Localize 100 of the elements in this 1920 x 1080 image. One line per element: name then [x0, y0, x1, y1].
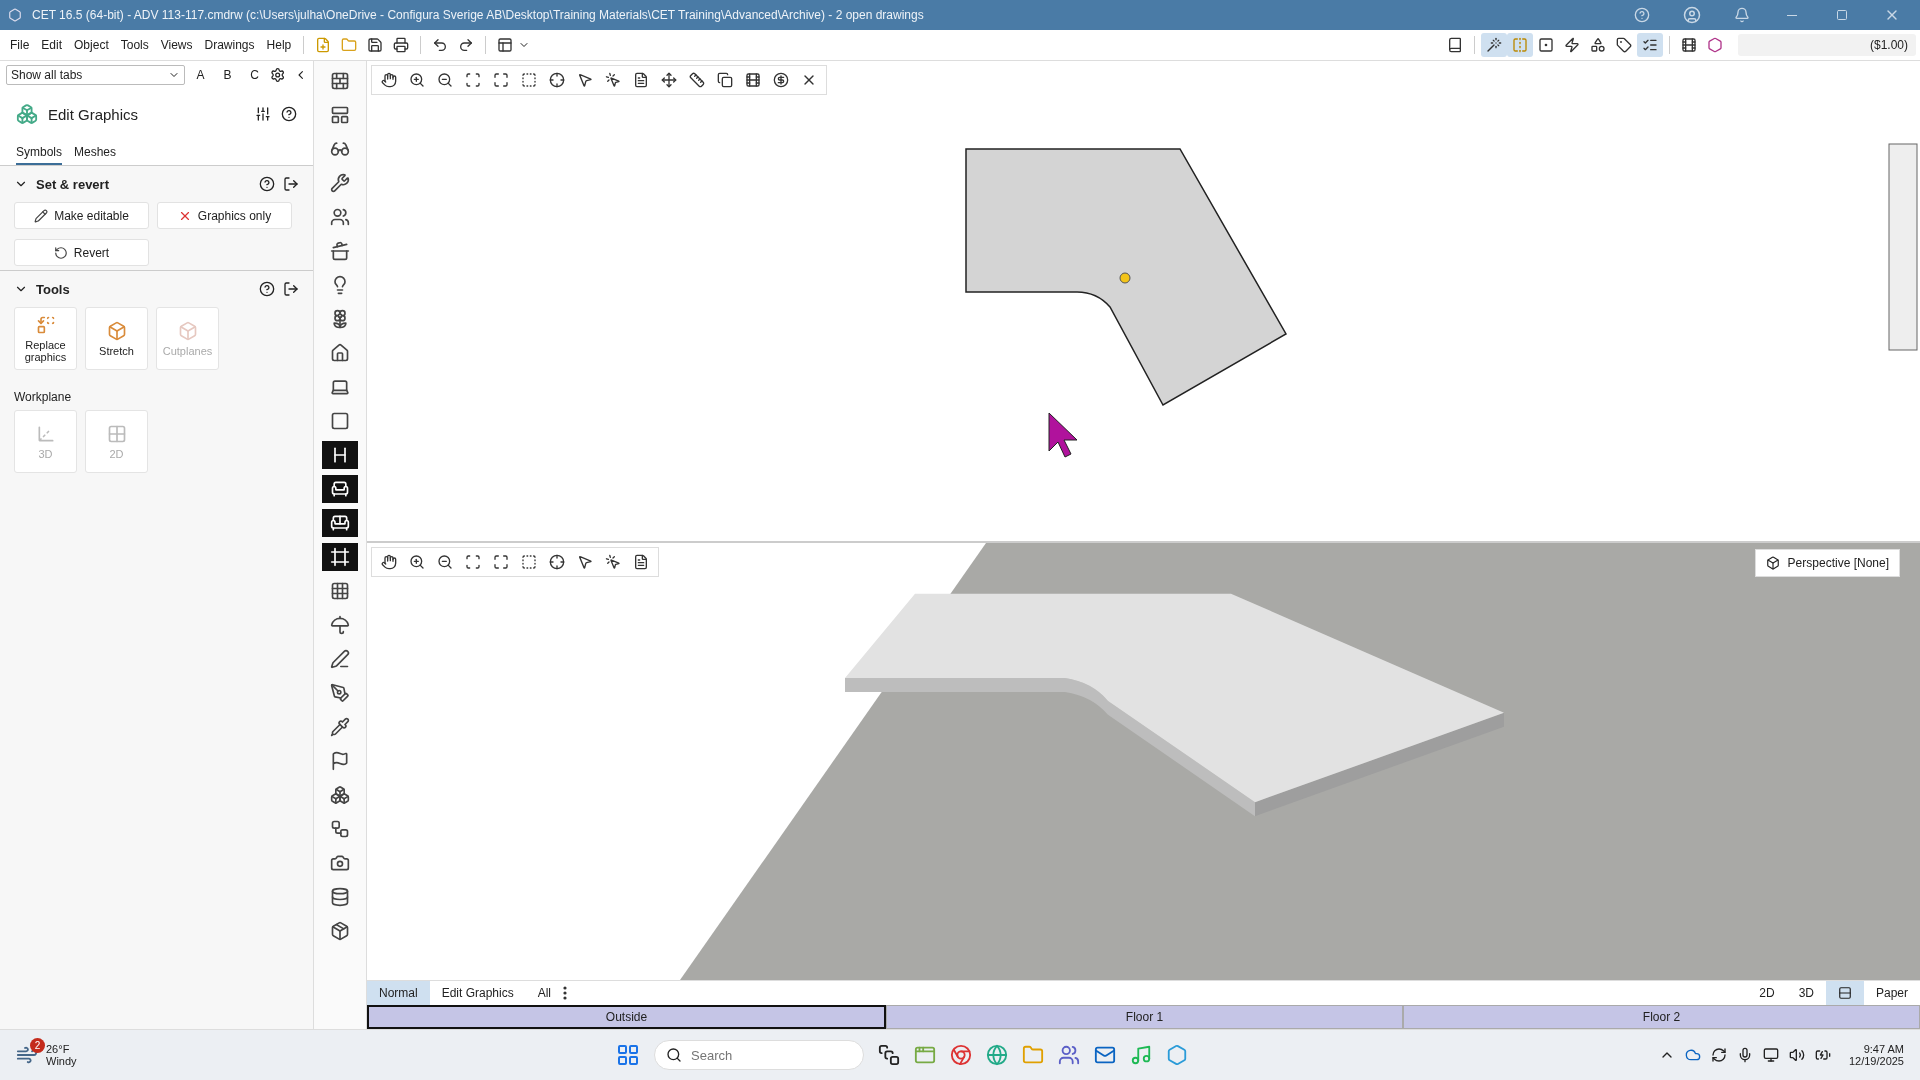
view-mode-tab[interactable]: 2D [1747, 981, 1787, 1005]
wrench-icon [330, 173, 350, 193]
view-mode-tab[interactable] [1825, 981, 1864, 1005]
floorplan-icon [330, 105, 350, 125]
sliders-icon [255, 106, 271, 122]
replace-icon [35, 314, 56, 335]
letter-filter[interactable]: A [189, 68, 213, 82]
boxes-icon [330, 785, 350, 805]
view-mode-tab[interactable]: 3D [1786, 981, 1826, 1005]
frame-icon [521, 72, 537, 88]
section-title[interactable]: Tools [36, 281, 251, 297]
avatar-icon [1683, 6, 1701, 24]
new-file-icon [315, 37, 332, 53]
laptop-icon [330, 377, 350, 397]
shapes-icon [1590, 37, 1606, 53]
clock-time: 9:47 AM [1863, 1043, 1904, 1055]
glasses-icon [330, 139, 350, 159]
square-icon [1538, 37, 1554, 53]
select-icon [577, 554, 593, 570]
menu-item[interactable]: Tools [114, 38, 155, 52]
fit-icon [493, 554, 509, 570]
section-title[interactable]: Set & revert [36, 176, 251, 192]
print-icon [393, 37, 410, 53]
letter-filter[interactable]: B [216, 68, 240, 82]
zoom-in-icon [409, 72, 425, 88]
menu-item[interactable]: Object [68, 38, 115, 52]
zoom-in-icon [409, 554, 425, 570]
floor-tab[interactable]: Outside [367, 1005, 886, 1029]
panel-tab[interactable]: Meshes [74, 145, 117, 165]
view-tab[interactable]: Normal [367, 981, 430, 1005]
menu-item[interactable]: Views [154, 38, 199, 52]
film-icon [1681, 37, 1697, 53]
section-label: Workplane [14, 390, 73, 404]
panel-tab[interactable]: Symbols [16, 145, 62, 165]
display-icon [1762, 1047, 1779, 1063]
side-handle[interactable] [1888, 143, 1918, 351]
zoom-out-icon [437, 72, 453, 88]
tag-icon [1616, 37, 1632, 53]
panel-button[interactable]: Make editable [14, 202, 149, 229]
desk-shape[interactable] [965, 148, 1287, 406]
hexagon-icon [1166, 1044, 1188, 1066]
hexagon-icon [1707, 37, 1723, 53]
layout-icon [497, 37, 514, 53]
pipette-icon [330, 717, 350, 737]
more-icon[interactable] [563, 986, 568, 1000]
cylinder-icon [330, 887, 350, 907]
document-icon [633, 72, 649, 88]
pivot-icon[interactable] [1119, 272, 1131, 284]
cube-icon [177, 320, 198, 341]
hatch-icon [330, 581, 350, 601]
menu-item[interactable]: Drawings [198, 38, 261, 52]
notification-badge: 2 [30, 1038, 45, 1053]
menu-item[interactable]: File [4, 38, 36, 52]
clock-date: 12/19/2025 [1848, 1055, 1904, 1067]
pencil-icon [34, 208, 49, 223]
price-display: ($1.00) [1738, 34, 1916, 56]
tool-button[interactable]: Replace graphics [14, 307, 77, 370]
minimize-icon[interactable] [1787, 14, 1797, 16]
menu-item[interactable]: Help [260, 38, 298, 52]
chair-icon [330, 479, 350, 499]
search-icon [666, 1047, 682, 1063]
book-icon [1447, 37, 1463, 53]
package-icon [330, 921, 350, 941]
zoom-out-icon [437, 554, 453, 570]
panel-button[interactable]: Graphics only [157, 202, 292, 229]
umbrella-icon [330, 615, 350, 635]
ruler-icon [689, 72, 705, 88]
folder-icon [1022, 1044, 1044, 1066]
letter-filter[interactable]: C [243, 68, 267, 82]
flag-icon [330, 751, 350, 771]
document-icon [633, 554, 649, 570]
floor-tab[interactable]: Floor 1 [886, 1005, 1403, 1029]
folder-icon [341, 37, 358, 53]
cube-icon [1765, 556, 1780, 570]
search-field[interactable]: Search [654, 1040, 864, 1070]
desk-drawing[interactable] [845, 593, 1504, 817]
zoom-extents-icon [465, 554, 481, 570]
maximize-icon [1836, 9, 1848, 21]
move-icon [661, 72, 677, 88]
tab-filter-select[interactable]: Show all tabs [6, 65, 186, 85]
view-tab[interactable]: Edit Graphics [429, 981, 526, 1005]
battery-icon [1814, 1047, 1831, 1063]
floor-tab[interactable]: Floor 2 [1403, 1005, 1920, 1029]
camera-button[interactable]: Perspective [None] [1754, 549, 1900, 577]
undo-icon [53, 245, 68, 260]
panel-button[interactable]: Revert [14, 239, 149, 266]
mirror-icon [1512, 37, 1528, 53]
pointer-icon [605, 554, 621, 570]
view-mode-tab[interactable]: Paper [1863, 981, 1920, 1005]
house-icon [330, 343, 350, 363]
undo-icon [432, 37, 449, 53]
weather-condition: Windy [46, 1055, 77, 1067]
tool-button[interactable]: Stretch [85, 307, 148, 370]
redo-icon [458, 37, 475, 53]
menu-item[interactable]: Edit [35, 38, 69, 52]
fit-icon [493, 72, 509, 88]
export-icon [283, 176, 299, 192]
camera-icon [330, 853, 350, 873]
film-icon [745, 72, 761, 88]
view-tab[interactable]: All [525, 981, 564, 1005]
